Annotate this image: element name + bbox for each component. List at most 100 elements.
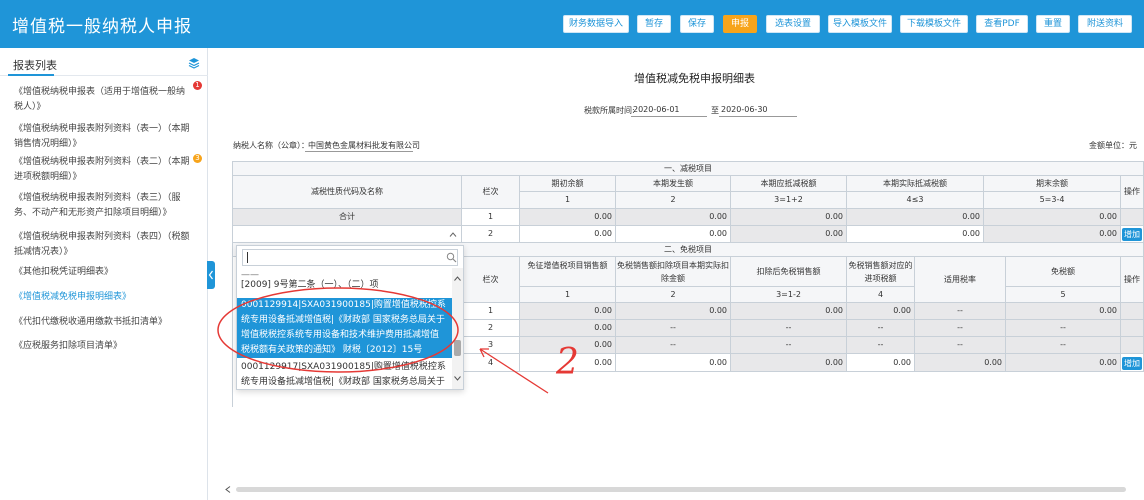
exemption-value-input[interactable]: 0.00 [847, 354, 915, 372]
col-opening-balance-header: 期初余额 [520, 176, 616, 192]
period-end-input[interactable]: 2020-06-30 [721, 105, 768, 114]
exemption-value: 0.00 [847, 303, 915, 320]
period-start-input[interactable]: 2020-06-01 [633, 105, 680, 114]
action-cell [1121, 303, 1144, 320]
formula-cell: 3=1-2 [731, 287, 847, 303]
formula-cell: 2 [616, 287, 731, 303]
import-template-button[interactable]: 导入模板文件 [828, 15, 892, 33]
sidebar-title: 报表列表 [13, 59, 57, 72]
horizontal-scrollbar[interactable] [222, 484, 1144, 494]
dropdown-option-partial: —— [241, 270, 259, 278]
taxpayer-name-value: 中国黄色金属材料批发有限公司 [308, 141, 420, 150]
col-reduction-name-header: 减税性质代码及名称 [233, 176, 462, 209]
sidebar-item-schedule-2[interactable]: 《增值税纳税申报表附列资料（表二）（本期进项税额明细）》 [14, 155, 190, 185]
sidebar-title-underline [8, 74, 54, 76]
action-cell [1121, 337, 1144, 354]
exemption-value: 0.00 [731, 354, 847, 372]
save-button[interactable]: 保存 [680, 15, 714, 33]
exemption-value: 0.00 [616, 303, 731, 320]
formula-cell: 2 [616, 192, 731, 209]
annotation-arrow-line [479, 348, 549, 394]
exemption-value: -- [1006, 320, 1121, 337]
amount-unit-label: 金额单位：元 [1089, 141, 1137, 150]
line-number: 1 [462, 209, 520, 226]
section-reduction-title: 一、减税项目 [233, 162, 1144, 176]
attach-documents-button[interactable]: 附送资料 [1078, 15, 1132, 33]
sidebar-item-withholding-list[interactable]: 《代扣代缴税收通用缴款书抵扣清单》 [14, 315, 190, 330]
layers-icon[interactable] [188, 57, 200, 69]
col-exempt-deduction-header: 免税销售额扣除项目本期实际扣除金额 [616, 257, 731, 287]
sidebar-item-other-deduction[interactable]: 《其他扣税凭证明细表》 [14, 265, 190, 280]
formula-cell: 1 [520, 192, 616, 209]
chevron-left-icon[interactable] [225, 486, 231, 493]
app-title: 增值税一般纳税人申报 [12, 17, 192, 37]
reduction-code-select[interactable] [233, 226, 462, 243]
reduction-value: 0.00 [984, 226, 1121, 243]
sidebar-header: 报表列表 [0, 54, 208, 76]
table-settings-button[interactable]: 选表设置 [766, 15, 820, 33]
exemption-value: 0.00 [1006, 354, 1121, 372]
exemption-value: -- [915, 320, 1006, 337]
period-start-underline [631, 116, 707, 117]
exemption-value: -- [1006, 337, 1121, 354]
reduction-value-input[interactable]: 0.00 [616, 226, 731, 243]
add-reduction-row-button[interactable]: 增加 [1122, 228, 1142, 241]
exemption-value: -- [915, 303, 1006, 320]
sidebar-item-schedule-1[interactable]: 《增值税纳税申报表附列资料（表一）（本期销售情况明细）》 [14, 122, 190, 152]
reduction-value-input[interactable]: 0.00 [520, 226, 616, 243]
import-financial-data-button[interactable]: 财务数据导入 [563, 15, 629, 33]
download-template-button[interactable]: 下载模板文件 [900, 15, 968, 33]
dropdown-search-input[interactable] [242, 249, 458, 266]
reset-button[interactable]: 重置 [1036, 15, 1070, 33]
col-after-deduction-header: 扣除后免税销售额 [731, 257, 847, 287]
report-list-sidebar: 报表列表 《增值税纳税申报表（适用于增值税一般纳税人）》 1 《增值税纳税申报表… [0, 48, 208, 500]
view-pdf-button[interactable]: 查看PDF [976, 15, 1028, 33]
reduction-total-value: 0.00 [731, 209, 847, 226]
reduction-total-value: 0.00 [847, 209, 984, 226]
add-exemption-row-button[interactable]: 增加 [1122, 357, 1142, 370]
form-title: 增值税减免税申报明细表 [634, 72, 755, 85]
exemption-value: 0.00 [731, 303, 847, 320]
col-current-amount-header: 本期发生额 [616, 176, 731, 192]
reduction-total-label: 合计 [233, 209, 462, 226]
chevron-up-icon[interactable] [454, 276, 461, 281]
sidebar-item-vat-return[interactable]: 《增值税纳税申报表（适用于增值税一般纳税人）》 [14, 85, 190, 115]
exemption-value: -- [616, 337, 731, 354]
sidebar-badge-error: 1 [193, 81, 202, 90]
sidebar-item-tax-reduction-detail[interactable]: 《增值税减免税申报明细表》 [14, 290, 190, 305]
sidebar-item-schedule-3[interactable]: 《增值税纳税申报表附列资料（表三）（服务、不动产和无形资产扣除项目明细）》 [14, 191, 190, 221]
app-window: 增值税一般纳税人申报 财务数据导入 暂存 保存 申报 选表设置 导入模板文件 下… [0, 0, 1144, 500]
reduction-value-input[interactable]: 0.00 [847, 226, 984, 243]
col-tax-rate-header: 适用税率 [915, 257, 1006, 303]
period-end-underline [719, 116, 797, 117]
exemption-value: -- [731, 337, 847, 354]
reduction-total-value: 0.00 [616, 209, 731, 226]
sidebar-badge-warning: 3 [193, 154, 202, 163]
search-icon[interactable] [446, 252, 457, 263]
action-cell [1121, 320, 1144, 337]
declare-button[interactable]: 申报 [723, 15, 757, 33]
red-annotation-overlay [217, 287, 549, 394]
exemption-value: -- [731, 320, 847, 337]
formula-cell: 4 [847, 287, 915, 303]
col-line-header: 栏次 [462, 176, 520, 209]
formula-cell: 3=1+2 [731, 192, 847, 209]
reduction-value: 0.00 [731, 226, 847, 243]
col-action-header: 操作 [1121, 176, 1144, 209]
action-cell [1121, 209, 1144, 226]
col-input-tax-header: 免税销售额对应的进项税额 [847, 257, 915, 287]
text-cursor [247, 252, 248, 263]
line-number: 2 [462, 226, 520, 243]
temp-save-button[interactable]: 暂存 [637, 15, 671, 33]
annotation-number: 2 [556, 342, 579, 383]
col-actual-deduction-header: 本期实际抵减税额 [847, 176, 984, 192]
taxpayer-name-underline [305, 151, 413, 152]
sidebar-item-service-deduction[interactable]: 《应税服务扣除项目清单》 [14, 339, 190, 354]
col-closing-balance-header: 期末余额 [984, 176, 1121, 192]
reduction-total-value: 0.00 [984, 209, 1121, 226]
horizontal-scroll-thumb[interactable] [236, 487, 1126, 492]
chevron-up-icon[interactable] [449, 232, 457, 237]
exemption-value: 0.00 [1006, 303, 1121, 320]
sidebar-item-schedule-4[interactable]: 《增值税纳税申报表附列资料（表四）（税额抵减情况表）》 [14, 230, 190, 260]
exemption-value-input[interactable]: 0.00 [616, 354, 731, 372]
